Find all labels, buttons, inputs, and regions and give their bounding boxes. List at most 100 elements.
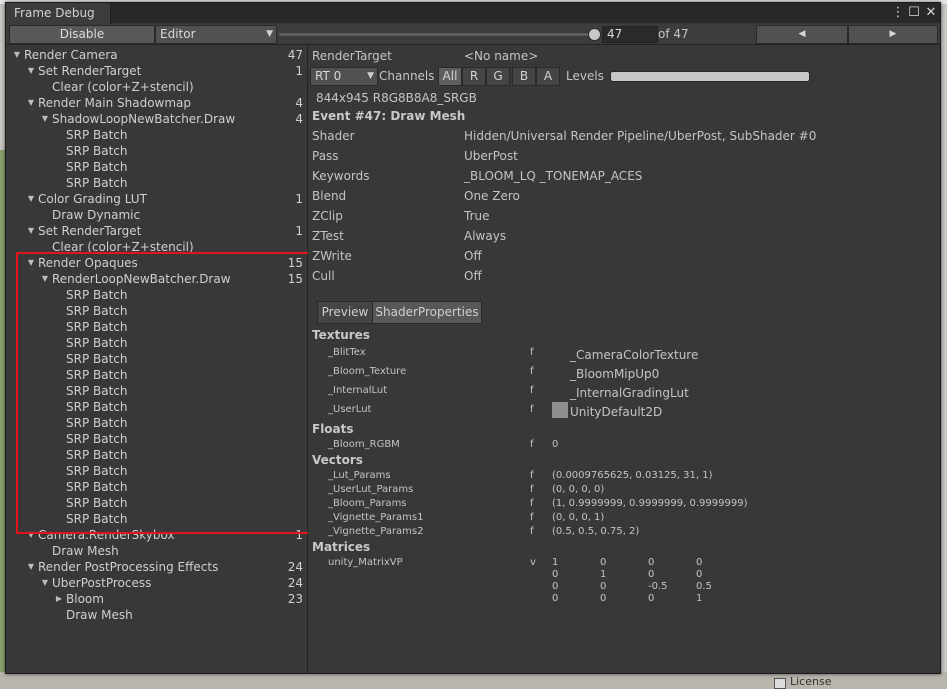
expand-arrow-icon[interactable]: ▼ [26,191,36,207]
tree-row[interactable]: SRP Batch [6,175,307,191]
tree-row[interactable]: Draw Dynamic [6,207,307,223]
tree-row[interactable]: ▼ Set RenderTarget 1 [6,63,307,79]
rt-dropdown-label: RT 0 [315,69,342,83]
collapse-arrow-icon[interactable]: ▶ [54,591,64,607]
tree-row[interactable]: SRP Batch [6,431,307,447]
event-prop-label: Pass [312,149,339,163]
tree-row[interactable]: SRP Batch [6,159,307,175]
tree-item-label: SRP Batch [66,400,128,414]
event-prop-value: _BLOOM_LQ _TONEMAP_ACES [464,169,643,183]
expand-arrow-icon[interactable]: ▼ [40,111,50,127]
tree-item-count: 15 [287,272,303,286]
tree-row[interactable]: ▼ UberPostProcess 24 [6,575,307,591]
tree-item-label: UberPostProcess [52,576,152,590]
disable-button[interactable]: Disable [9,25,155,44]
tree-row[interactable]: SRP Batch [6,383,307,399]
tree-item-label: SRP Batch [66,384,128,398]
event-prop-value: Off [464,249,482,263]
tree-row[interactable]: SRP Batch [6,447,307,463]
event-prop-row: Blend One Zero [308,187,940,205]
expand-arrow-icon[interactable]: ▼ [26,559,36,575]
tree-row[interactable]: SRP Batch [6,303,307,319]
prev-frame-button[interactable]: ◀ [756,25,848,44]
tree-item-label: SRP Batch [66,288,128,302]
frame-index-input[interactable]: 47 [602,26,658,43]
tab-preview[interactable]: Preview [317,301,373,324]
tree-item-label: SRP Batch [66,352,128,366]
tree-row[interactable]: ▼ Color Grading LUT 1 [6,191,307,207]
tree-row[interactable]: ▼ Render Opaques 15 [6,255,307,271]
tree-item-label: SRP Batch [66,480,128,494]
tree-row[interactable]: SRP Batch [6,511,307,527]
prop-type: f [530,526,534,537]
expand-arrow-icon[interactable]: ▼ [26,223,36,239]
event-prop-value: Always [464,229,507,243]
expand-arrow-icon[interactable]: ▼ [26,255,36,271]
tree-row[interactable]: ▼ RenderLoopNewBatcher.Draw 15 [6,271,307,287]
channel-b-button[interactable]: B [512,67,536,86]
tree-item-count: 1 [295,224,303,238]
tree-row[interactable]: ▼ Render Camera 47 [6,47,307,63]
expand-arrow-icon[interactable]: ▼ [12,47,22,63]
tree-row[interactable]: SRP Batch [6,495,307,511]
kebab-menu-icon[interactable]: ⋮ [890,5,906,21]
close-icon[interactable]: ✕ [923,5,939,21]
tree-row[interactable]: ▶ Bloom 23 [6,591,307,607]
matrix-cell: 0 [648,569,655,580]
tree-row[interactable]: SRP Batch [6,287,307,303]
tab-shader-properties[interactable]: ShaderProperties [372,301,482,324]
tree-row[interactable]: SRP Batch [6,319,307,335]
tree-row[interactable]: SRP Batch [6,351,307,367]
tree-item-count: 24 [287,560,303,574]
frame-total-label: of 47 [658,27,689,41]
tree-row[interactable]: Draw Mesh [6,543,307,559]
tree-item-label: SRP Batch [66,144,128,158]
channel-g-button[interactable]: G [486,67,510,86]
channel-all-button[interactable]: All [438,67,462,86]
event-prop-value: True [464,209,490,223]
tree-row[interactable]: SRP Batch [6,463,307,479]
maximize-icon[interactable]: ☐ [906,5,922,21]
tree-row[interactable]: Clear (color+Z+stencil) [6,79,307,95]
tree-row[interactable]: SRP Batch [6,399,307,415]
expand-arrow-icon[interactable]: ▼ [26,527,36,543]
tree-item-label: ShadowLoopNewBatcher.Draw [52,112,236,126]
prop-name: _Vignette_Params2 [328,526,424,537]
tree-item-label: Draw Mesh [52,544,119,558]
tree-row[interactable]: ▼ Render PostProcessing Effects 24 [6,559,307,575]
toolbar: Disable Editor ▼ 47 of 47 ◀ ▶ [6,24,940,45]
channel-r-button[interactable]: R [462,67,486,86]
event-prop-row: ZWrite Off [308,247,940,265]
tree-row[interactable]: SRP Batch [6,367,307,383]
expand-arrow-icon[interactable]: ▼ [40,271,50,287]
tree-row[interactable]: ▼ Camera.RenderSkybox 1 [6,527,307,543]
next-frame-button[interactable]: ▶ [848,25,938,44]
event-prop-row: ZClip True [308,207,940,225]
frame-slider-knob[interactable] [588,28,601,41]
channel-a-button[interactable]: A [536,67,560,86]
expand-arrow-icon[interactable]: ▼ [26,95,36,111]
matrix-cell: 0 [600,557,607,568]
frame-slider-track[interactable] [279,33,595,36]
tree-row[interactable]: SRP Batch [6,479,307,495]
tree-row[interactable]: Draw Mesh [6,607,307,623]
tree-row[interactable]: Clear (color+Z+stencil) [6,239,307,255]
rt-dropdown[interactable]: RT 0 ▼ [310,67,378,86]
expand-arrow-icon[interactable]: ▼ [40,575,50,591]
vector-prop-row: _Vignette_Params2 f (0.5, 0.5, 0.75, 2) [308,524,940,540]
dropdown-arrow-icon: ▼ [367,71,374,81]
tree-row[interactable]: SRP Batch [6,143,307,159]
expand-arrow-icon[interactable]: ▼ [26,63,36,79]
license-checkbox[interactable] [774,678,786,689]
tree-row[interactable]: ▼ ShadowLoopNewBatcher.Draw 4 [6,111,307,127]
levels-slider[interactable] [610,71,810,82]
tree-row[interactable]: ▼ Render Main Shadowmap 4 [6,95,307,111]
tree-row[interactable]: SRP Batch [6,127,307,143]
tree-row[interactable]: ▼ Set RenderTarget 1 [6,223,307,239]
prop-type: f [530,404,534,415]
tree-item-label: Set RenderTarget [38,224,142,238]
tree-row[interactable]: SRP Batch [6,415,307,431]
target-dropdown[interactable]: Editor ▼ [155,25,277,44]
tree-row[interactable]: SRP Batch [6,335,307,351]
window-tab-title[interactable]: Frame Debug [6,3,111,24]
